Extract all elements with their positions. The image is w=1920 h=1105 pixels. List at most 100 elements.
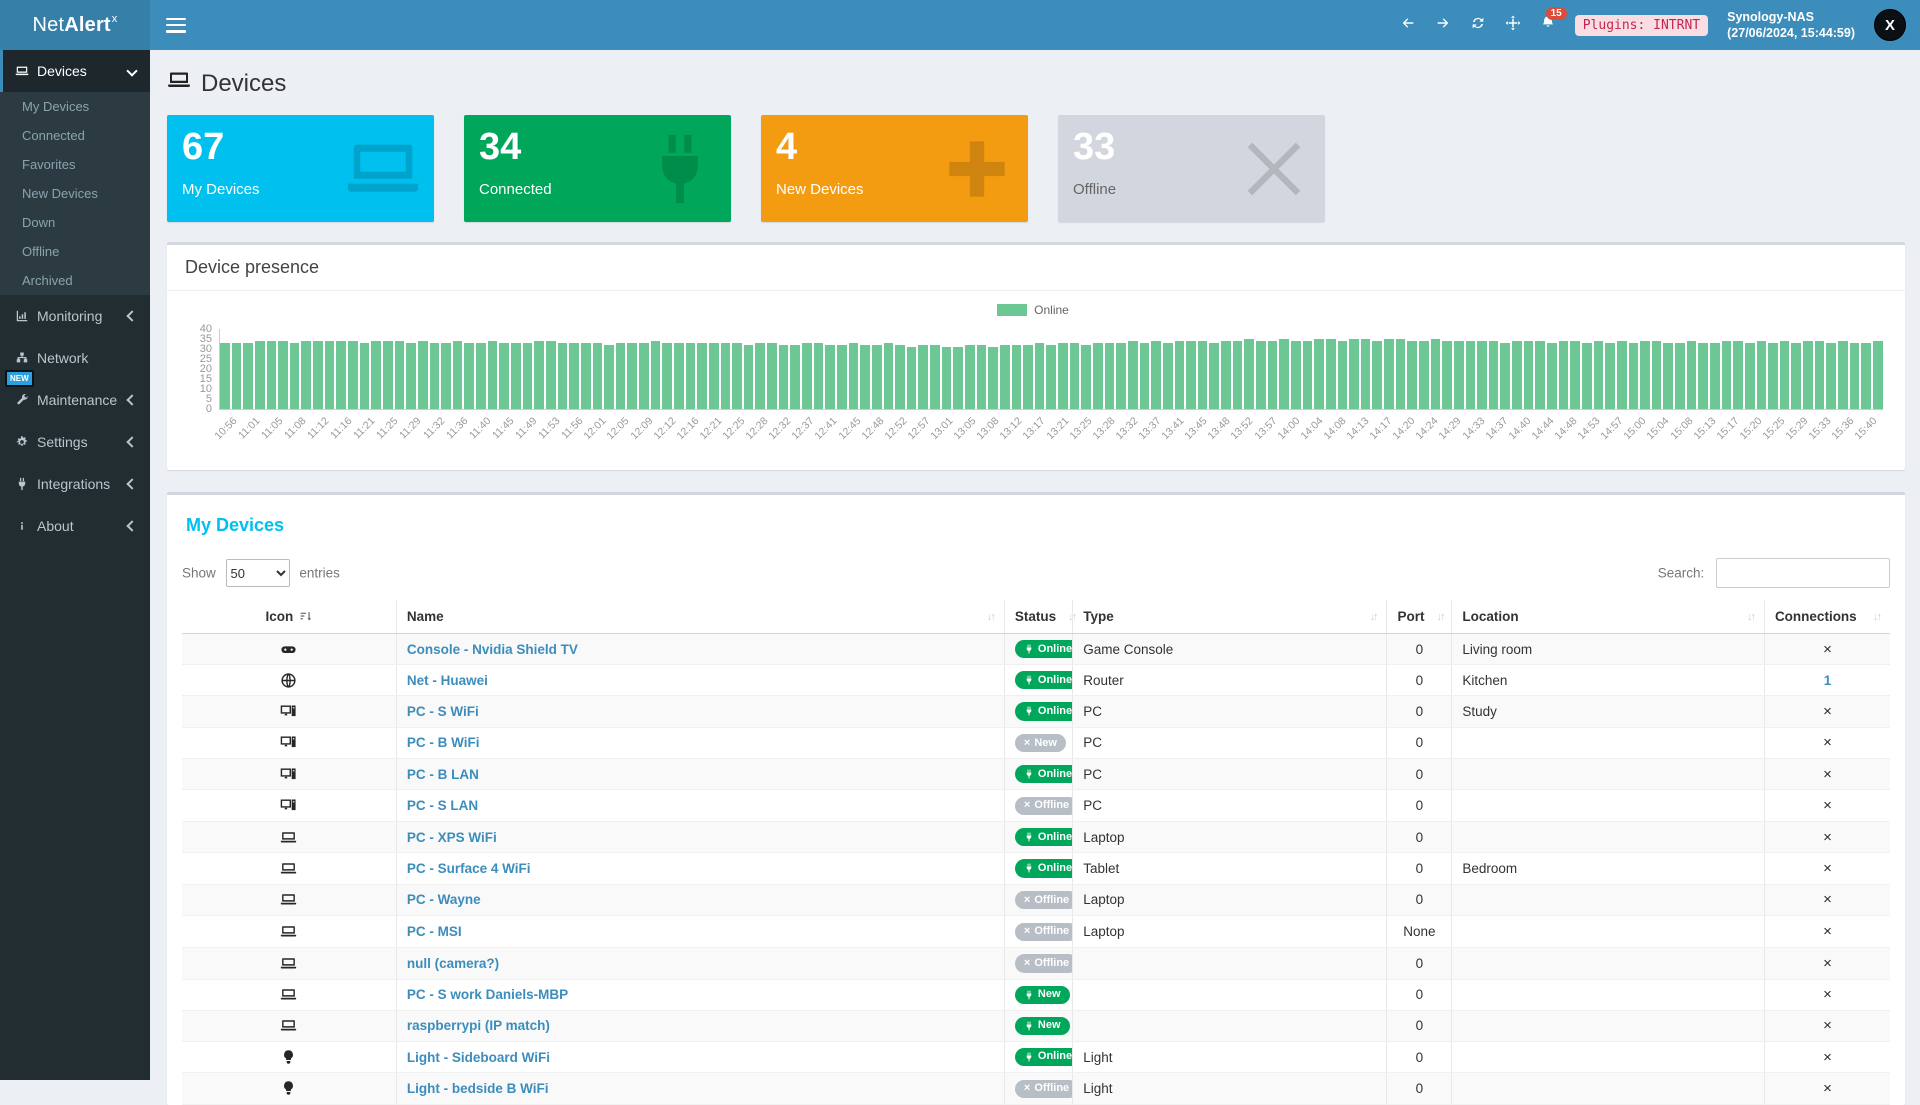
summary-card-offline[interactable]: 33Offline <box>1058 115 1325 222</box>
device-name-link[interactable]: PC - S LAN <box>407 798 478 813</box>
chart-bar <box>325 341 335 409</box>
device-name-link[interactable]: Light - Sideboard WiFi <box>407 1050 550 1065</box>
x-tick-label: 12:05 <box>605 415 632 442</box>
chart-bar <box>1151 341 1161 409</box>
device-name-cell: Light - bedside B WiFi <box>396 1073 1004 1105</box>
page-length-select[interactable]: 50 <box>226 559 290 587</box>
chart-bar <box>1163 343 1173 409</box>
device-name-cell: PC - Surface 4 WiFi <box>396 853 1004 884</box>
column-header-name[interactable]: Name↓↑ <box>396 600 1004 634</box>
back-icon[interactable] <box>1400 15 1416 36</box>
refresh-icon[interactable] <box>1470 15 1486 36</box>
device-name-link[interactable]: PC - S work Daniels-MBP <box>407 987 568 1002</box>
connections-link[interactable]: 1 <box>1824 673 1832 688</box>
chart-bar <box>1826 343 1836 409</box>
sidebar-subitem-new-devices[interactable]: New Devices <box>0 179 150 208</box>
sidebar-subitem-favorites[interactable]: Favorites <box>0 150 150 179</box>
device-name-link[interactable]: PC - XPS WiFi <box>407 830 497 845</box>
move-icon[interactable] <box>1505 15 1521 36</box>
sidebar-item-maintenance[interactable]: NEWMaintenance <box>0 379 150 421</box>
connections-cell: × <box>1764 790 1890 822</box>
device-name-link[interactable]: PC - B WiFi <box>407 735 480 750</box>
device-name-link[interactable]: PC - Surface 4 WiFi <box>407 861 531 876</box>
sidebar-item-about[interactable]: About <box>0 505 150 547</box>
search-label: Search: <box>1658 566 1705 581</box>
device-name-link[interactable]: null (camera?) <box>407 956 499 971</box>
device-name-cell: PC - S work Daniels-MBP <box>396 979 1004 1010</box>
column-header-connections[interactable]: Connections↓↑ <box>1764 600 1890 634</box>
chart-bar <box>779 345 789 409</box>
chevron-left-icon <box>126 310 137 321</box>
device-name-link[interactable]: PC - MSI <box>407 924 462 939</box>
type-cell: Game Console <box>1073 634 1387 665</box>
sort-icon: ↓↑ <box>1369 611 1376 623</box>
laptop-icon <box>167 68 191 92</box>
sort-amount-icon <box>299 610 312 623</box>
chart-bar <box>360 343 370 409</box>
desktop-icon <box>280 766 297 783</box>
chart-bar <box>406 343 416 409</box>
sidebar-item-devices[interactable]: Devices <box>0 50 150 92</box>
sidebar-item-settings[interactable]: Settings <box>0 421 150 463</box>
chart-bar <box>1803 341 1813 409</box>
column-header-status[interactable]: Status↓↑ <box>1004 600 1072 634</box>
chart-legend[interactable]: Online <box>183 303 1883 317</box>
summary-card-connected[interactable]: 34Connected <box>464 115 731 222</box>
sidebar-subitem-down[interactable]: Down <box>0 208 150 237</box>
column-header-location[interactable]: Location↓↑ <box>1452 600 1765 634</box>
chart-bar <box>1023 345 1033 409</box>
column-header-port[interactable]: Port↓↑ <box>1387 600 1452 634</box>
my-devices-box: My Devices Show 50 entries Search: IconN… <box>167 492 1905 1105</box>
device-name-link[interactable]: raspberrypi (IP match) <box>407 1018 550 1033</box>
x-tick-label: 15:36 <box>1830 415 1857 442</box>
device-name-link[interactable]: Light - bedside B WiFi <box>407 1081 549 1096</box>
device-name-link[interactable]: PC - S WiFi <box>407 704 479 719</box>
sidebar-item-label: Monitoring <box>37 308 120 324</box>
chart-bar <box>686 343 696 409</box>
sidebar-subitem-connected[interactable]: Connected <box>0 121 150 150</box>
laptop-icon <box>280 891 297 908</box>
device-name-link[interactable]: PC - Wayne <box>407 892 481 907</box>
device-name-link[interactable]: Net - Huawei <box>407 673 488 688</box>
column-header-icon[interactable]: Icon <box>182 600 396 634</box>
x-tick-label: 12:41 <box>813 415 840 442</box>
sidebar-item-integrations[interactable]: Integrations <box>0 463 150 505</box>
summary-card-my-devices[interactable]: 67My Devices <box>167 115 434 222</box>
host-timestamp: (27/06/2024, 15:44:59) <box>1727 25 1855 41</box>
table-row: PC - XPS WiFiOnlineLaptop0× <box>182 822 1890 853</box>
app-logo[interactable]: NetAlertx <box>0 0 150 50</box>
connections-cell: × <box>1764 822 1890 853</box>
sidebar-subitem-my-devices[interactable]: My Devices <box>0 92 150 121</box>
sidebar-subitem-offline[interactable]: Offline <box>0 237 150 266</box>
chart-bar <box>1873 341 1883 409</box>
device-name-link[interactable]: Console - Nvidia Shield TV <box>407 642 578 657</box>
forward-icon[interactable] <box>1435 15 1451 36</box>
sidebar-item-monitoring[interactable]: Monitoring <box>0 295 150 337</box>
plug-icon <box>1024 706 1034 716</box>
notifications-bell[interactable]: 15 <box>1540 15 1556 36</box>
times-icon: × <box>1024 957 1030 970</box>
device-name-link[interactable]: PC - B LAN <box>407 767 479 782</box>
user-avatar[interactable]: X <box>1874 9 1906 41</box>
chart-bar <box>546 341 556 409</box>
chart-bar <box>290 343 300 409</box>
no-connection-mark: × <box>1823 986 1832 1003</box>
port-cell: 0 <box>1387 1073 1452 1105</box>
column-label: Name <box>407 609 444 624</box>
x-tick-label: 13:37 <box>1136 415 1163 442</box>
search-input[interactable] <box>1716 558 1890 588</box>
column-header-type[interactable]: Type↓↑ <box>1073 600 1387 634</box>
plugins-status-badge[interactable]: Plugins: INTRNT <box>1575 15 1708 36</box>
sidebar-subitem-archived[interactable]: Archived <box>0 266 150 295</box>
chart-bar <box>1070 343 1080 409</box>
x-tick-label: 15:33 <box>1807 415 1834 442</box>
chart-bar <box>243 343 253 409</box>
sidebar-toggle-icon[interactable] <box>166 18 186 33</box>
location-cell <box>1452 1073 1765 1105</box>
summary-card-new-devices[interactable]: 4New Devices <box>761 115 1028 222</box>
chart-bar <box>1384 339 1394 409</box>
x-tick-label: 14:37 <box>1483 415 1510 442</box>
x-tick-label: 13:28 <box>1090 415 1117 442</box>
chart-y-axis: 0510152025303540 <box>183 329 219 409</box>
x-tick-label: 12:01 <box>582 415 609 442</box>
